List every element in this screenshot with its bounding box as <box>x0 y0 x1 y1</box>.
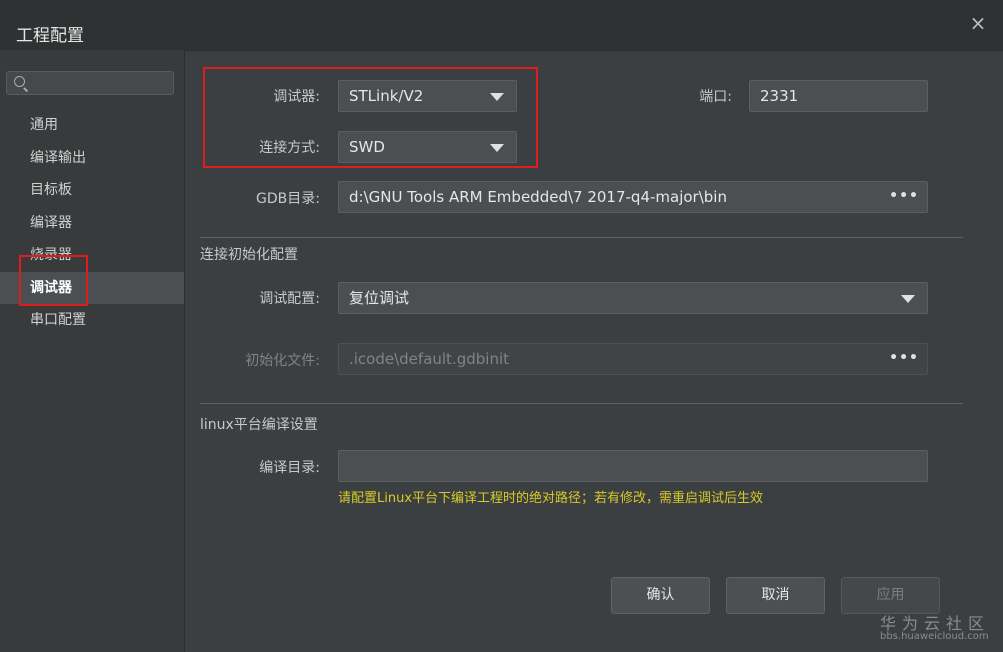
title-bar: 工程配置 × <box>0 0 1003 51</box>
sidebar: 通用 编译输出 目标板 编译器 烧录器 调试器 串口配置 <box>0 50 185 652</box>
connection-select[interactable]: SWD <box>338 131 517 163</box>
section-title-linux: linux平台编译设置 <box>200 417 318 433</box>
init-file-value: .icode\default.gdbinit <box>349 350 509 368</box>
ok-button[interactable]: 确认 <box>611 577 710 614</box>
debugger-select-value: STLink/V2 <box>349 87 424 105</box>
search-icon <box>14 76 25 87</box>
window-title: 工程配置 <box>16 26 84 46</box>
sidebar-item-build-output[interactable]: 编译输出 <box>0 142 184 175</box>
port-input[interactable]: 2331 <box>749 80 928 112</box>
browse-button[interactable]: ••• <box>889 181 919 211</box>
sidebar-item-general[interactable]: 通用 <box>0 109 184 142</box>
cancel-button[interactable]: 取消 <box>726 577 825 614</box>
debug-config-label: 调试配置: <box>259 291 320 307</box>
divider <box>200 403 963 404</box>
debugger-select[interactable]: STLink/V2 <box>338 80 517 112</box>
sidebar-item-debugger[interactable]: 调试器 <box>0 271 184 304</box>
search-input[interactable] <box>6 71 174 95</box>
sidebar-item-burner[interactable]: 烧录器 <box>0 239 184 272</box>
apply-button[interactable]: 应用 <box>841 577 940 614</box>
sidebar-item-target-board[interactable]: 目标板 <box>0 174 184 207</box>
port-label: 端口: <box>699 89 732 105</box>
browse-button[interactable]: ••• <box>889 343 919 373</box>
connection-label: 连接方式: <box>259 140 320 156</box>
sidebar-item-serial-config[interactable]: 串口配置 <box>0 304 184 337</box>
build-dir-hint: 请配置Linux平台下编译工程时的绝对路径；若有修改，需重启调试后生效 <box>338 491 764 506</box>
gdb-dir-label: GDB目录: <box>256 191 320 207</box>
chevron-down-icon <box>490 93 504 101</box>
build-dir-input[interactable] <box>338 450 928 482</box>
connection-select-value: SWD <box>349 138 385 156</box>
sidebar-nav: 通用 编译输出 目标板 编译器 烧录器 调试器 串口配置 <box>0 109 184 337</box>
init-file-input: .icode\default.gdbinit ••• <box>338 343 928 375</box>
gdb-dir-input[interactable]: d:\GNU Tools ARM Embedded\7 2017-q4-majo… <box>338 181 928 213</box>
section-title-init: 连接初始化配置 <box>200 247 298 263</box>
watermark-url: bbs.huaweicloud.com <box>880 631 989 642</box>
chevron-down-icon <box>490 144 504 152</box>
divider <box>200 237 963 238</box>
init-file-label: 初始化文件: <box>245 353 320 369</box>
debug-config-select[interactable]: 复位调试 <box>338 282 928 314</box>
build-dir-label: 编译目录: <box>259 460 320 476</box>
close-icon[interactable]: × <box>969 13 987 33</box>
sidebar-item-compiler[interactable]: 编译器 <box>0 207 184 240</box>
debugger-label: 调试器: <box>273 89 320 105</box>
gdb-dir-value: d:\GNU Tools ARM Embedded\7 2017-q4-majo… <box>349 188 727 206</box>
debug-config-value: 复位调试 <box>349 289 410 307</box>
chevron-down-icon <box>901 295 915 303</box>
